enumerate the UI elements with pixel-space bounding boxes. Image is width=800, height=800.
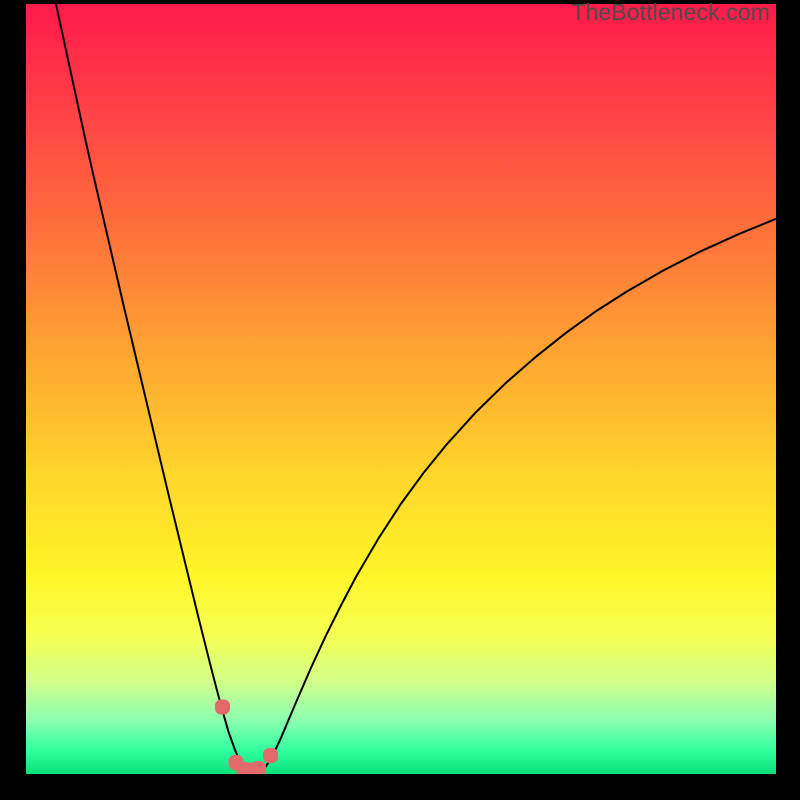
gradient-background	[26, 4, 776, 774]
marker-dot	[263, 748, 278, 763]
marker-dot	[251, 761, 266, 774]
plot-svg	[26, 4, 776, 774]
plot-frame	[26, 4, 776, 774]
chart-stage: TheBottleneck.com	[0, 0, 800, 800]
marker-dot	[215, 700, 230, 715]
